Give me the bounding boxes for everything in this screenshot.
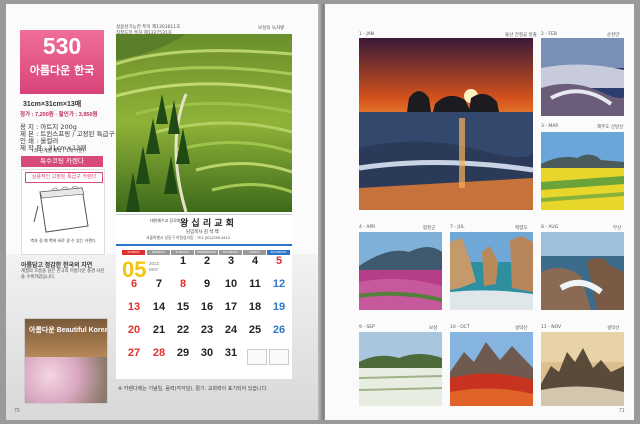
tile-mar-label: 3 - MAR bbox=[541, 124, 559, 129]
day-header-sun: SUNDAY bbox=[122, 250, 145, 255]
day-1: 1 bbox=[179, 255, 187, 267]
day-11: 11 bbox=[249, 278, 261, 290]
calendar-footnote: ※ 카렌다에는 기념일, 음력(각각달), 절기, 교회력이 표기되어 있습니다… bbox=[118, 386, 268, 392]
spring-title: 실용적인 고정된 특급구 카렌다 bbox=[25, 172, 103, 183]
spec-note: (각 단계별 제작 / 1매 기준) bbox=[32, 149, 85, 154]
photo-autumn-mountain bbox=[450, 332, 533, 406]
tile-apr-label: 4 - APR bbox=[359, 225, 376, 230]
mini-calendar-april bbox=[247, 349, 267, 365]
photo-azalea bbox=[359, 232, 442, 310]
product-number: 530 bbox=[42, 33, 82, 59]
day-9: 9 bbox=[203, 278, 211, 290]
tile-sep-label: 9 - SEP bbox=[359, 325, 375, 330]
spring-desc: 벽과 걸 때 벽에 바로 걸 수 있는 카렌다 bbox=[30, 238, 96, 243]
calendar-year: 2012 bbox=[149, 261, 160, 266]
right-page-number: 71 bbox=[619, 408, 625, 414]
spring-diagram-image bbox=[33, 186, 89, 233]
tile-apr-place: 합천군 bbox=[423, 226, 436, 231]
cover-title: 아름다운 Beautiful Korea bbox=[29, 327, 108, 334]
cover-blossom-image bbox=[25, 357, 107, 403]
church-address: 서울특별시 성동구 하왕십리동 · TEL (02)2295-3413 bbox=[146, 236, 230, 240]
photo-rocky-coast bbox=[541, 232, 624, 310]
day-5: 5 bbox=[275, 255, 283, 267]
day-3: 3 bbox=[227, 255, 235, 267]
tile-nov-place: 설악산 bbox=[607, 326, 620, 331]
day-23: 23 bbox=[200, 324, 214, 336]
tile-feb-label: 2 - FEB bbox=[541, 32, 557, 37]
tile-jul-place: 백령도 bbox=[515, 226, 528, 231]
product-price: 정가 : 7,200원 · 할인가 : 3,950원 bbox=[20, 112, 98, 118]
left-page: 530 아름다운 한국 31cm×31cm×13매 정가 : 7,200원 · … bbox=[6, 4, 322, 420]
tile-sep-place: 보성 bbox=[429, 326, 438, 331]
mini-calendar-june bbox=[269, 349, 289, 365]
day-20: 20 bbox=[127, 324, 141, 336]
product-header: 530 아름다운 한국 bbox=[20, 30, 104, 94]
photo-buckwheat-field bbox=[359, 332, 442, 406]
calendar-pad: 대한예수교 장로회 왕 십 리 교 회 담임목사 김 석 백 서울특별시 성동구… bbox=[116, 214, 292, 379]
day-22: 22 bbox=[176, 324, 190, 336]
right-page: 1 - JAN 울산 간절곶 일출 2 - FEB 순천만 3 - MAR 제주… bbox=[325, 4, 634, 420]
day-7: 7 bbox=[155, 278, 163, 290]
photo-wetland bbox=[541, 38, 624, 116]
day-13: 13 bbox=[127, 301, 141, 313]
day-12: 12 bbox=[272, 278, 286, 290]
tile-oct-label: 10 - OCT bbox=[450, 325, 470, 330]
tile-jan-label: 1 - JAN bbox=[359, 32, 375, 37]
day-header-mon: MONDAY bbox=[147, 250, 170, 255]
feature-desc: 계절의 흐름을 담은 한국의 아름다운 풍경 사진을 수록하였습니다. bbox=[21, 269, 105, 280]
day-30: 30 bbox=[200, 347, 214, 359]
day-18: 18 bbox=[248, 301, 262, 313]
spring-box: 실용적인 고정된 특급구 카렌다 벽과 걸 때 벽에 바로 걸 수 있는 카렌다 bbox=[21, 169, 105, 255]
photo-canola-field bbox=[541, 132, 624, 210]
day-10: 10 bbox=[224, 278, 238, 290]
day-14: 14 bbox=[152, 301, 166, 313]
calendar-month-name: MAY bbox=[149, 267, 159, 272]
tile-aug-place: 부산 bbox=[613, 226, 622, 231]
calendar-divider bbox=[116, 244, 292, 246]
day-17: 17 bbox=[224, 301, 238, 313]
day-15: 15 bbox=[176, 301, 190, 313]
photo-sea-cliffs bbox=[450, 232, 533, 310]
day-29: 29 bbox=[176, 347, 190, 359]
product-name: 아름다운 한국 bbox=[29, 64, 95, 77]
tile-oct-place: 설악산 bbox=[515, 326, 528, 331]
photo-sunrise bbox=[359, 38, 533, 210]
church-sub: 대한예수교 장로회 bbox=[150, 218, 181, 223]
tile-aug-label: 8 - AUG bbox=[541, 225, 559, 230]
day-21: 21 bbox=[152, 324, 166, 336]
church-name: 왕 십 리 교 회 bbox=[180, 219, 234, 229]
product-size: 31cm×31cm×13매 bbox=[23, 101, 82, 108]
left-page-number: 70 bbox=[14, 408, 20, 414]
tile-jul-label: 7 - JUL bbox=[450, 225, 465, 230]
day-16: 16 bbox=[200, 301, 214, 313]
calendar-cover-thumbnail: 아름다운 Beautiful Korea bbox=[24, 318, 108, 404]
day-31: 31 bbox=[224, 347, 238, 359]
day-24: 24 bbox=[224, 324, 238, 336]
tea-field-photo bbox=[116, 34, 292, 212]
pastor-name: 담임목사 김 석 백 bbox=[186, 229, 219, 234]
day-26: 26 bbox=[272, 324, 286, 336]
day-8: 8 bbox=[179, 278, 187, 290]
photo-misty-peaks bbox=[541, 332, 624, 406]
day-19: 19 bbox=[272, 301, 286, 313]
special-coating-label: 특수코팅 카렌다 bbox=[21, 156, 103, 167]
catalog-spread: 530 아름다운 한국 31cm×31cm×13매 정가 : 7,200원 · … bbox=[6, 4, 634, 420]
tile-mar-place: 제주도 산방산 bbox=[597, 125, 624, 130]
feature-title: 아름답고 정감한 한국의 자연 bbox=[21, 263, 93, 269]
day-6: 6 bbox=[130, 278, 138, 290]
day-28: 28 bbox=[152, 347, 166, 359]
day-2: 2 bbox=[203, 255, 211, 267]
day-25: 25 bbox=[248, 324, 262, 336]
day-4: 4 bbox=[251, 255, 259, 267]
tile-nov-label: 11 - NOV bbox=[541, 325, 562, 330]
day-27: 27 bbox=[127, 347, 141, 359]
photo-caption: 보성의 녹차밭 bbox=[258, 26, 285, 31]
